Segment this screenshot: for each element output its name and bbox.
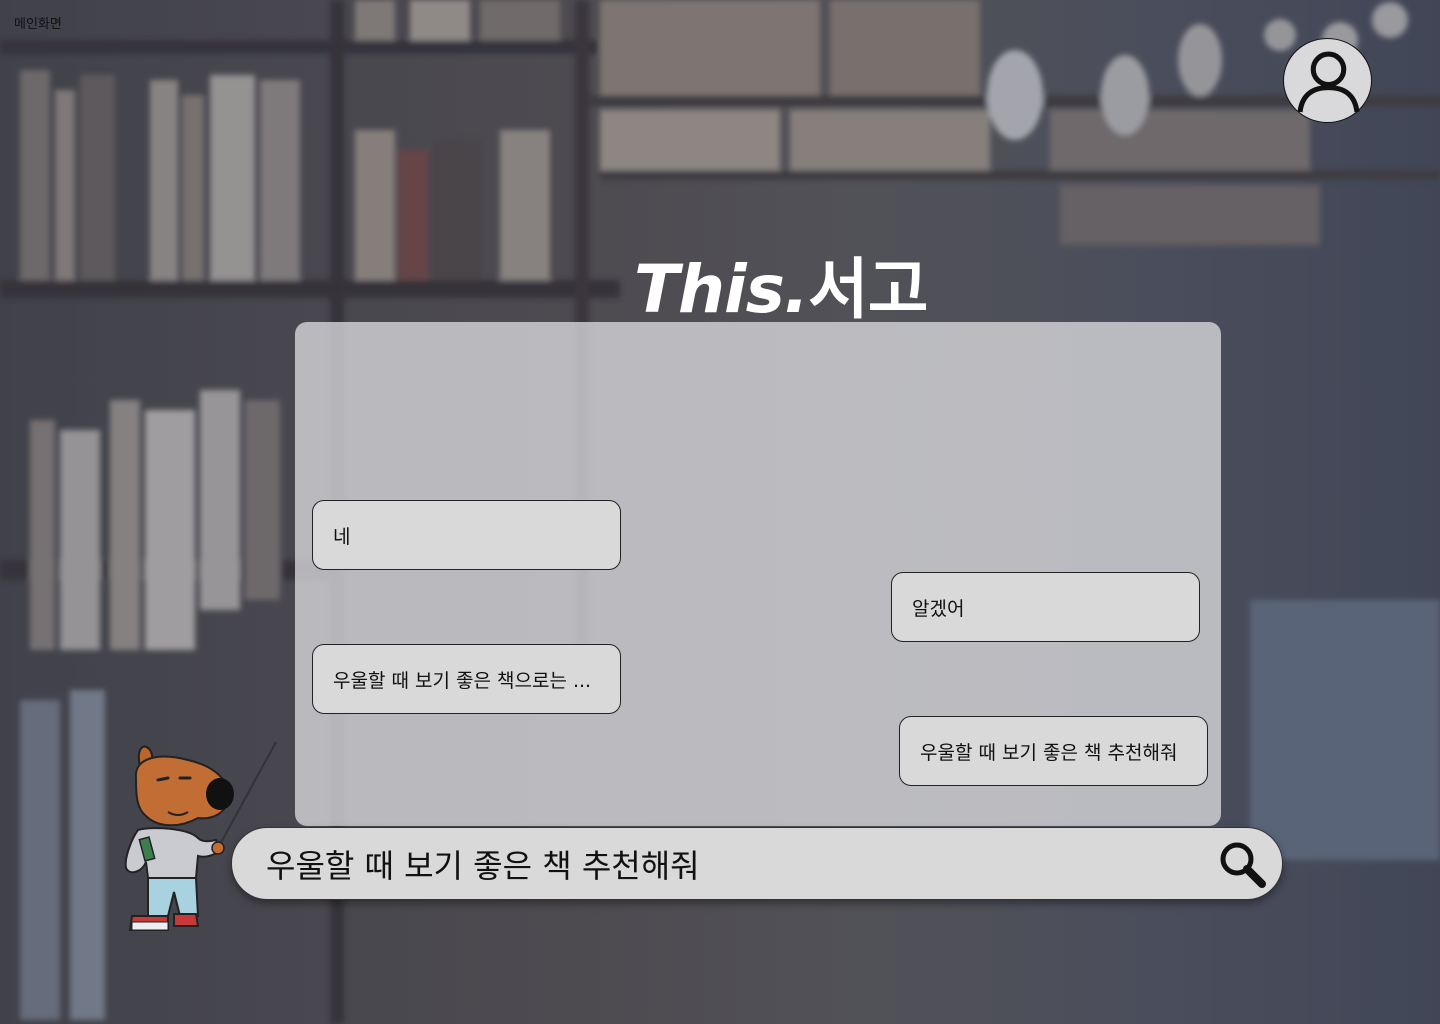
message-text: 우울할 때 보기 좋은 책으로는 ... — [333, 669, 592, 692]
brand-korean: 서고 — [808, 251, 928, 328]
bot-message: 우울할 때 보기 좋은 책으로는 ... — [312, 644, 621, 714]
brand-logo: This.서고 — [634, 236, 928, 332]
user-message: 알겠어 — [891, 572, 1200, 642]
message-text: 네 — [333, 525, 351, 548]
brand-latin: This. — [634, 251, 809, 328]
profile-button[interactable] — [1283, 38, 1372, 123]
chat-search-bar — [231, 827, 1283, 900]
page-title: 메인화면 — [14, 17, 62, 32]
bot-message: 네 — [312, 500, 621, 570]
chat-input[interactable] — [266, 836, 1186, 892]
user-icon — [1297, 51, 1360, 113]
user-message: 우울할 때 보기 좋은 책 추천해줘 — [899, 716, 1208, 786]
search-button[interactable] — [1218, 840, 1266, 888]
message-text: 알겠어 — [912, 597, 965, 620]
message-text: 우울할 때 보기 좋은 책 추천해줘 — [920, 741, 1178, 764]
search-icon — [1220, 842, 1266, 888]
